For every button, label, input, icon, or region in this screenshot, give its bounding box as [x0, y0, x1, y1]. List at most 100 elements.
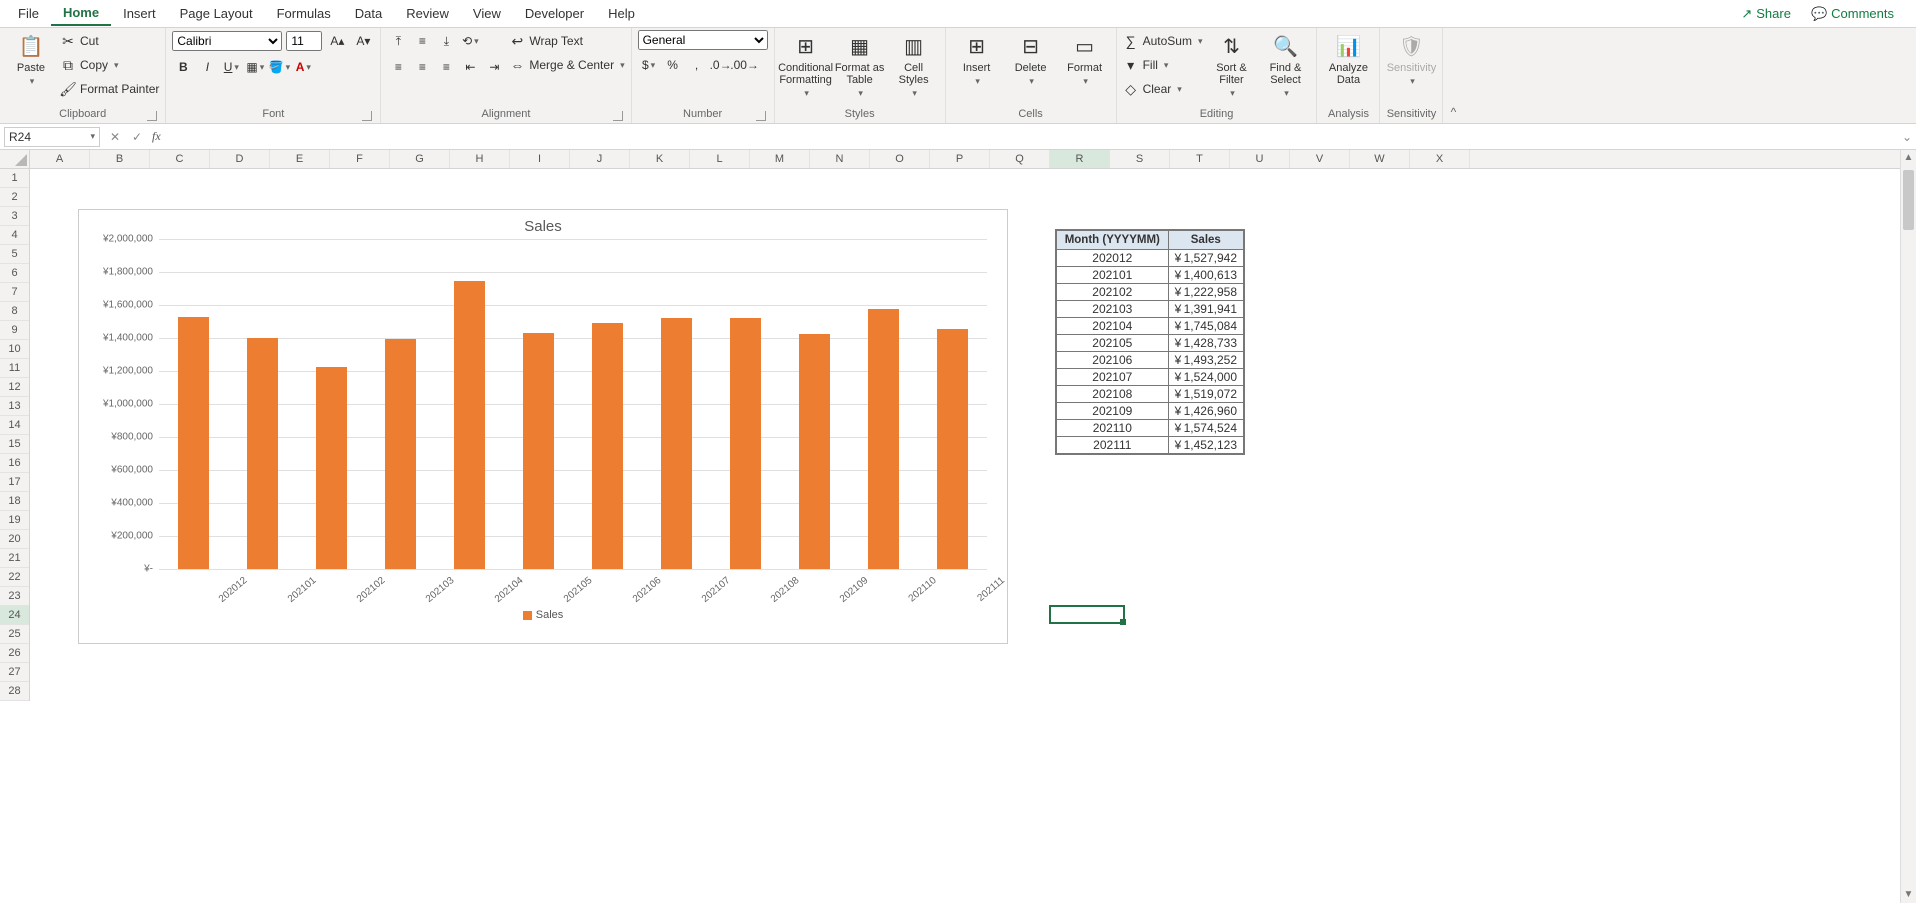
comma-icon[interactable]: ,: [686, 54, 708, 76]
col-header-F[interactable]: F: [330, 150, 390, 168]
fx-icon[interactable]: fx: [152, 129, 161, 144]
table-row[interactable]: 202103¥1,391,941: [1057, 301, 1244, 318]
align-center-icon[interactable]: ≡: [411, 56, 433, 78]
align-right-icon[interactable]: ≡: [435, 56, 457, 78]
col-header-V[interactable]: V: [1290, 150, 1350, 168]
bar-202012[interactable]: [178, 317, 209, 569]
sort-filter-button[interactable]: ⇅Sort & Filter▾: [1206, 30, 1256, 99]
col-header-A[interactable]: A: [30, 150, 90, 168]
row-header-27[interactable]: 27: [0, 663, 29, 682]
tab-insert[interactable]: Insert: [111, 2, 168, 25]
row-header-8[interactable]: 8: [0, 302, 29, 321]
clipboard-launcher[interactable]: [147, 111, 157, 121]
col-header-S[interactable]: S: [1110, 150, 1170, 168]
align-top-icon[interactable]: ⤒: [387, 30, 409, 52]
table-row[interactable]: 202104¥1,745,084: [1057, 318, 1244, 335]
align-left-icon[interactable]: ≡: [387, 56, 409, 78]
col-header-U[interactable]: U: [1230, 150, 1290, 168]
bar-202110[interactable]: [868, 309, 899, 569]
col-header-K[interactable]: K: [630, 150, 690, 168]
collapse-ribbon-icon[interactable]: ^: [1443, 28, 1463, 123]
copy-button[interactable]: ⧉Copy▾: [60, 54, 159, 76]
col-header-L[interactable]: L: [690, 150, 750, 168]
select-all-corner[interactable]: [0, 150, 30, 169]
row-header-15[interactable]: 15: [0, 435, 29, 454]
table-row[interactable]: 202108¥1,519,072: [1057, 386, 1244, 403]
table-row[interactable]: 202107¥1,524,000: [1057, 369, 1244, 386]
table-row[interactable]: 202106¥1,493,252: [1057, 352, 1244, 369]
tab-formulas[interactable]: Formulas: [265, 2, 343, 25]
tab-home[interactable]: Home: [51, 1, 111, 26]
analyze-data-button[interactable]: 📊Analyze Data: [1323, 30, 1373, 86]
name-box[interactable]: R24▾: [4, 127, 100, 147]
row-header-12[interactable]: 12: [0, 378, 29, 397]
table-row[interactable]: 202101¥1,400,613: [1057, 267, 1244, 284]
row-header-10[interactable]: 10: [0, 340, 29, 359]
col-header-I[interactable]: I: [510, 150, 570, 168]
bar-202105[interactable]: [523, 333, 554, 569]
fill-color-button[interactable]: 🪣▾: [268, 56, 290, 78]
col-header-H[interactable]: H: [450, 150, 510, 168]
align-bottom-icon[interactable]: ⤓: [435, 30, 457, 52]
col-header-R[interactable]: R: [1050, 150, 1110, 168]
number-launcher[interactable]: [756, 111, 766, 121]
increase-font-icon[interactable]: A▴: [326, 30, 348, 52]
row-header-26[interactable]: 26: [0, 644, 29, 663]
col-header-G[interactable]: G: [390, 150, 450, 168]
conditional-formatting-button[interactable]: ⊞Conditional Formatting▾: [781, 30, 831, 99]
table-row[interactable]: 202111¥1,452,123: [1057, 437, 1244, 454]
currency-icon[interactable]: $▾: [638, 54, 660, 76]
format-painter-button[interactable]: 🖌Format Painter: [60, 78, 159, 100]
row-header-18[interactable]: 18: [0, 492, 29, 511]
bar-202109[interactable]: [799, 334, 830, 569]
tab-review[interactable]: Review: [394, 2, 461, 25]
bar-202103[interactable]: [385, 339, 416, 569]
row-header-7[interactable]: 7: [0, 283, 29, 302]
cancel-icon[interactable]: ✕: [104, 126, 126, 148]
decrease-font-icon[interactable]: A▾: [352, 30, 374, 52]
format-as-table-button[interactable]: ▦Format as Table▾: [835, 30, 885, 99]
merge-center-button[interactable]: ⇔Merge & Center▾: [509, 54, 624, 76]
data-table[interactable]: Month (YYYYMM)Sales202012¥1,527,94220210…: [1055, 229, 1245, 455]
col-header-X[interactable]: X: [1410, 150, 1470, 168]
insert-cells-button[interactable]: ⊞Insert▾: [952, 30, 1002, 87]
row-header-11[interactable]: 11: [0, 359, 29, 378]
enter-icon[interactable]: ✓: [126, 126, 148, 148]
row-header-14[interactable]: 14: [0, 416, 29, 435]
col-header-C[interactable]: C: [150, 150, 210, 168]
bar-202102[interactable]: [316, 367, 347, 569]
bar-202108[interactable]: [730, 318, 761, 569]
tab-file[interactable]: File: [6, 2, 51, 25]
col-header-P[interactable]: P: [930, 150, 990, 168]
vertical-scrollbar[interactable]: ▲ ▼: [1900, 150, 1916, 903]
tab-page-layout[interactable]: Page Layout: [168, 2, 265, 25]
font-color-button[interactable]: A▾: [292, 56, 314, 78]
tab-view[interactable]: View: [461, 2, 513, 25]
comments-button[interactable]: 💬Comments: [1805, 4, 1900, 24]
share-button[interactable]: ↗Share: [1735, 4, 1797, 24]
number-format-select[interactable]: General: [638, 30, 768, 50]
table-row[interactable]: 202110¥1,574,524: [1057, 420, 1244, 437]
table-row[interactable]: 202105¥1,428,733: [1057, 335, 1244, 352]
row-header-23[interactable]: 23: [0, 587, 29, 606]
col-header-Q[interactable]: Q: [990, 150, 1050, 168]
increase-decimal-icon[interactable]: .0→: [710, 54, 732, 76]
row-header-22[interactable]: 22: [0, 568, 29, 587]
formula-input[interactable]: [165, 127, 1898, 147]
col-header-D[interactable]: D: [210, 150, 270, 168]
col-header-J[interactable]: J: [570, 150, 630, 168]
font-launcher[interactable]: [362, 111, 372, 121]
col-header-B[interactable]: B: [90, 150, 150, 168]
decrease-decimal-icon[interactable]: .00→: [734, 54, 756, 76]
tab-data[interactable]: Data: [343, 2, 394, 25]
row-header-25[interactable]: 25: [0, 625, 29, 644]
tab-developer[interactable]: Developer: [513, 2, 596, 25]
bold-button[interactable]: B: [172, 56, 194, 78]
col-header-O[interactable]: O: [870, 150, 930, 168]
col-header-T[interactable]: T: [1170, 150, 1230, 168]
row-header-16[interactable]: 16: [0, 454, 29, 473]
bar-202111[interactable]: [937, 329, 968, 569]
alignment-launcher[interactable]: [613, 111, 623, 121]
col-header-N[interactable]: N: [810, 150, 870, 168]
format-cells-button[interactable]: ▭Format▾: [1060, 30, 1110, 87]
